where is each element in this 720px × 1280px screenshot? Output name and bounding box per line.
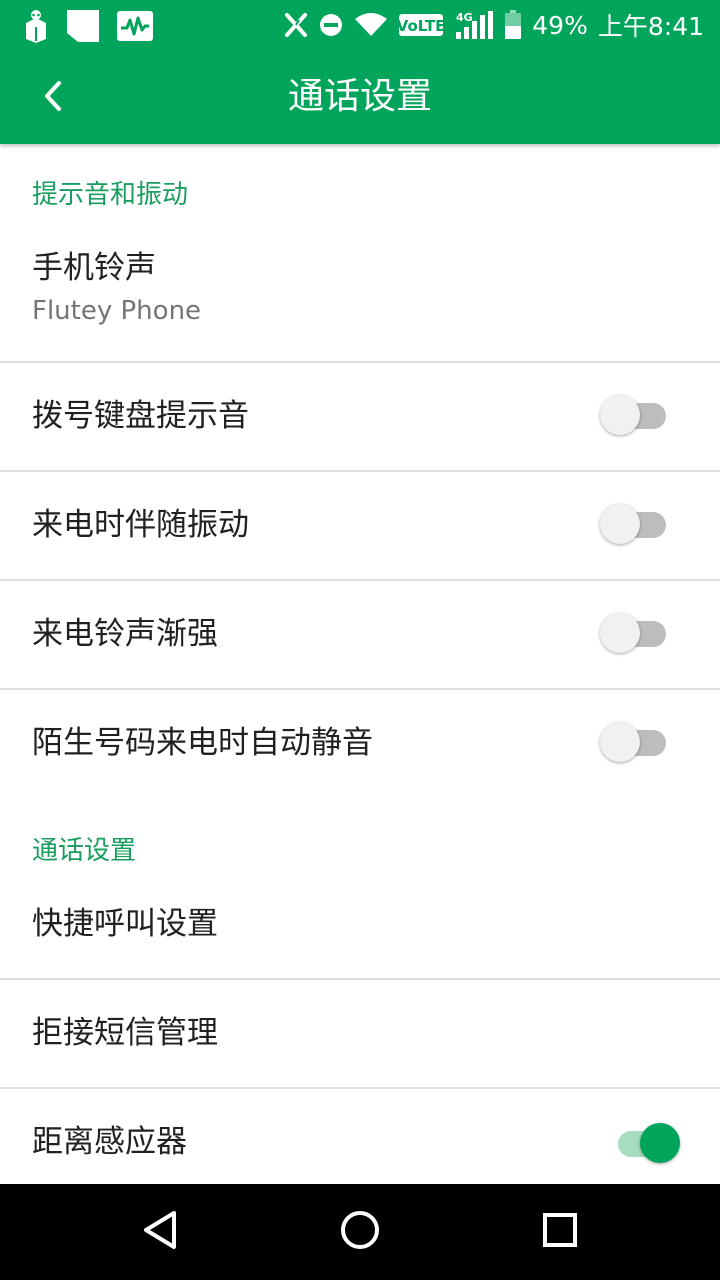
vibrate-on-ring-title: 来电时伴随振动 xyxy=(32,507,249,543)
signal-4g-icon: 4G xyxy=(454,10,494,40)
navigation-bar xyxy=(0,1184,720,1280)
proximity-sensor-item[interactable]: 距离感应器 xyxy=(0,1089,720,1184)
wifi-icon xyxy=(354,12,388,38)
settings-list: 提示音和振动 手机铃声 Flutey Phone 拨号键盘提示音 来电时伴随振动… xyxy=(0,144,720,1184)
ascending-ringtone-title: 来电铃声渐强 xyxy=(32,616,218,652)
blank-notification-icon xyxy=(64,7,102,45)
nav-back-button[interactable] xyxy=(130,1202,190,1262)
vibrate-on-ring-switch[interactable] xyxy=(600,500,670,546)
status-right-icons: VoLTE 4G 49% 上午8:41 xyxy=(284,6,704,44)
speed-dial-title: 快捷呼叫设置 xyxy=(32,906,218,942)
section-header-sounds: 提示音和振动 xyxy=(32,180,189,210)
mute-unknown-callers-item[interactable]: 陌生号码来电时自动静音 xyxy=(0,690,720,797)
reject-sms-title: 拒接短信管理 xyxy=(32,1015,218,1051)
home-circle-icon xyxy=(339,1209,381,1255)
switch-thumb xyxy=(640,1123,680,1163)
mute-unknown-callers-switch[interactable] xyxy=(600,718,670,764)
speed-dial-item[interactable]: 快捷呼叫设置 xyxy=(0,884,720,978)
dialpad-tone-switch[interactable] xyxy=(600,391,670,437)
clock: 上午8:41 xyxy=(597,12,704,41)
dialpad-tone-title: 拨号键盘提示音 xyxy=(32,398,249,434)
switch-thumb xyxy=(600,722,640,762)
reject-sms-item[interactable]: 拒接短信管理 xyxy=(0,980,720,1087)
recents-square-icon xyxy=(540,1210,580,1254)
vibrate-on-ring-item[interactable]: 来电时伴随振动 xyxy=(0,472,720,579)
proximity-sensor-title: 距离感应器 xyxy=(32,1124,187,1160)
back-triangle-icon xyxy=(140,1209,180,1255)
switch-thumb xyxy=(600,395,640,435)
ringtone-item[interactable]: 手机铃声 Flutey Phone xyxy=(0,234,720,362)
nav-home-button[interactable] xyxy=(330,1202,390,1262)
do-not-disturb-icon xyxy=(318,12,344,38)
notification-bag-icon xyxy=(22,9,50,43)
ascending-ringtone-switch[interactable] xyxy=(600,609,670,655)
page-title: 通话设置 xyxy=(287,76,432,117)
volte-label: VoLTE xyxy=(398,17,444,35)
status-left-icons xyxy=(22,7,154,45)
ascending-ringtone-item[interactable]: 来电铃声渐强 xyxy=(0,581,720,688)
dialpad-tone-item[interactable]: 拨号键盘提示音 xyxy=(0,363,720,470)
volte-icon: VoLTE xyxy=(398,13,444,37)
network-type-label: 4G xyxy=(456,11,473,24)
status-bar: VoLTE 4G 49% 上午8:41 xyxy=(0,0,720,50)
proximity-sensor-switch[interactable] xyxy=(612,1119,682,1165)
app-bar: 通话设置 xyxy=(0,50,720,144)
nav-recents-button[interactable] xyxy=(530,1202,590,1262)
section-header-call-settings: 通话设置 xyxy=(32,836,137,866)
mute-unknown-callers-title: 陌生号码来电时自动静音 xyxy=(32,725,373,761)
battery-percentage: 49% xyxy=(532,10,588,40)
ringtone-value: Flutey Phone xyxy=(32,296,202,326)
switch-thumb xyxy=(600,613,640,653)
ringtone-title: 手机铃声 xyxy=(32,250,156,286)
x-network-icon xyxy=(284,12,308,38)
battery-icon xyxy=(504,10,522,40)
switch-thumb xyxy=(600,504,640,544)
activity-monitor-icon xyxy=(116,10,154,42)
